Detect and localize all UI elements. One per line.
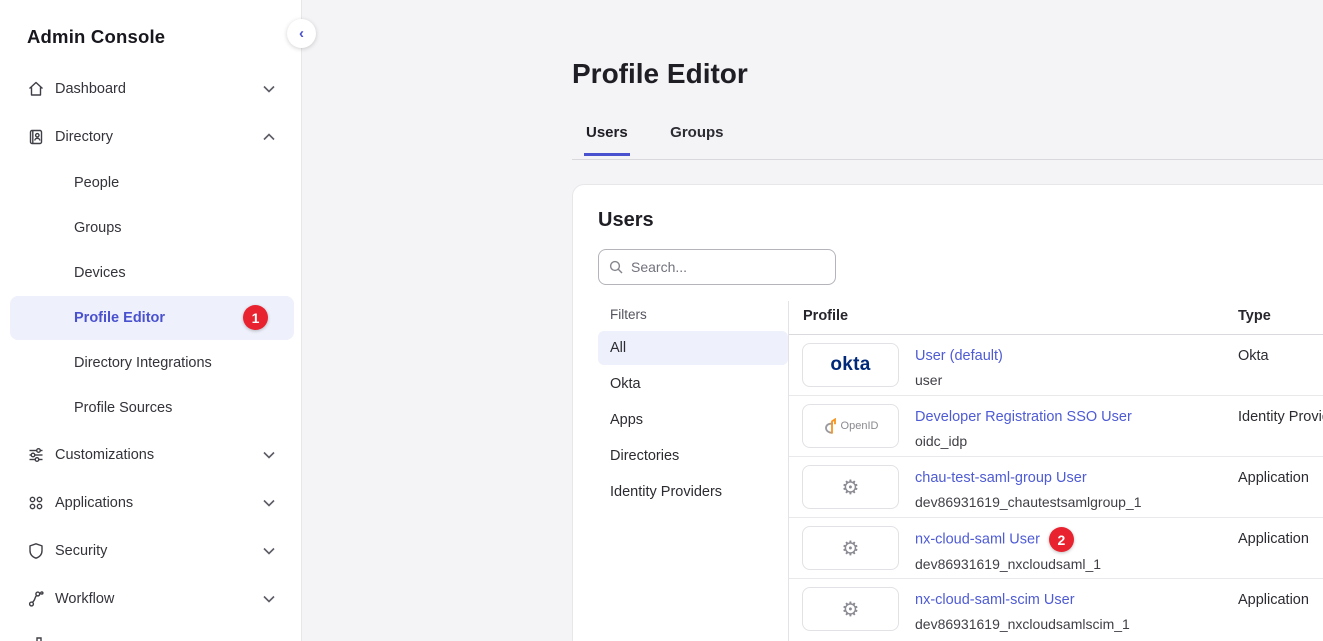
profile-link-nx-cloud-saml[interactable]: nx-cloud-saml User [915,532,1040,548]
sidebar-item-customizations[interactable]: Customizations [0,431,302,479]
type-cell: Application [1238,527,1309,551]
sidebar-item-label: Applications [55,495,133,511]
sidebar-item-label: Profile Editor [74,310,165,326]
profile-subtitle: user [915,368,1003,392]
sidebar-item-label: Workflow [55,591,114,607]
profile-subtitle: dev86931619_chautestsamlgroup_1 [915,490,1142,514]
chevron-left-icon: ‹ [299,26,304,41]
profile-subtitle: dev86931619_nxcloudsaml_1 [915,552,1101,576]
reports-icon [30,634,48,641]
filter-okta[interactable]: Okta [598,367,788,401]
type-cell: Application [1238,588,1309,612]
chevron-down-icon [263,451,275,459]
gear-icon: ⚙ [802,526,899,570]
sidebar-item-label: Profile Sources [74,400,172,416]
filter-all[interactable]: All [598,331,788,365]
workflow-icon [27,590,45,608]
profile-link-nx-cloud-saml-scim[interactable]: nx-cloud-saml-scim User [915,592,1075,608]
sidebar-item-label: Security [55,543,107,559]
sidebar-item-devices[interactable]: Devices [10,251,294,295]
filters-panel: Filters All Okta Apps Directories Identi… [573,301,788,641]
search-input[interactable] [631,259,835,275]
type-cell: Okta [1238,344,1269,368]
profile-link-chau-test-saml-group[interactable]: chau-test-saml-group User [915,470,1087,486]
sidebar-item-security[interactable]: Security [0,527,302,575]
gear-icon: ⚙ [802,465,899,509]
table-row: ⚙ nx-cloud-saml User 2 dev86931619_nxclou… [789,518,1323,579]
filter-directories[interactable]: Directories [598,439,788,473]
sidebar-item-profile-sources[interactable]: Profile Sources [10,386,294,430]
sidebar-item-dashboard[interactable]: Dashboard [0,65,302,113]
shield-icon [27,542,45,560]
sidebar-item-label: Groups [74,220,122,236]
profile-subtitle: oidc_idp [915,429,1132,453]
okta-logo: okta [802,343,899,387]
annotation-callout-2: 2 [1049,527,1074,552]
sidebar-collapse-button[interactable]: ‹ [287,19,316,48]
users-panel: Users Filters All Okta Apps Directories … [572,184,1323,641]
gear-icon: ⚙ [802,587,899,631]
table-row: okta User (default) user Okta [789,335,1323,396]
type-cell: Application [1238,466,1309,490]
sliders-icon [27,446,45,464]
tab-users[interactable]: Users [584,122,630,156]
sidebar-item-label: Directory Integrations [74,355,212,371]
sidebar-item-groups[interactable]: Groups [10,206,294,250]
sidebar-item-people[interactable]: People [10,161,294,205]
panel-title: Users [598,209,654,232]
id-card-icon [27,128,45,146]
column-header-type: Type [1238,308,1271,324]
tab-bar: Users Groups [572,122,1323,160]
search-box[interactable] [598,249,836,285]
profile-link-user-default[interactable]: User (default) [915,348,1003,364]
sidebar-item-applications[interactable]: Applications [0,479,302,527]
sidebar: Admin Console Dashboard Directory People… [0,0,302,641]
chevron-down-icon [263,85,275,93]
tab-groups[interactable]: Groups [668,122,725,153]
sidebar-item-directory-integrations[interactable]: Directory Integrations [10,341,294,385]
grid-icon [27,494,45,512]
sidebar-item-workflow[interactable]: Workflow [0,575,302,623]
column-header-profile: Profile [803,308,848,324]
page-title: Profile Editor [572,58,748,90]
sidebar-item-label: Dashboard [55,81,126,97]
app-title: Admin Console [27,26,165,48]
home-icon [27,80,45,98]
chevron-down-icon [263,595,275,603]
sidebar-item-label: People [74,175,119,191]
filter-identity-providers[interactable]: Identity Providers [598,475,788,509]
filters-label: Filters [610,307,647,322]
table-row: ⚙ chau-test-saml-group User dev86931619_… [789,457,1323,518]
openid-logo: OpenID [802,404,899,448]
chevron-down-icon [263,499,275,507]
type-cell: Identity Provider [1238,405,1323,429]
sidebar-item-label: Directory [55,129,113,145]
profile-subtitle: dev86931619_nxcloudsamlscim_1 [915,612,1130,636]
table-row: ⚙ nx-cloud-saml-scim User dev86931619_nx… [789,579,1323,640]
table-row: OpenID Developer Registration SSO User o… [789,396,1323,457]
sidebar-item-label: Devices [74,265,126,281]
search-icon [609,260,623,274]
filter-apps[interactable]: Apps [598,403,788,437]
profiles-table: Profile Type okta User (default) user Ok… [788,301,1323,641]
table-header: Profile Type [789,301,1323,335]
sidebar-item-directory[interactable]: Directory [0,113,302,161]
chevron-down-icon [263,547,275,555]
annotation-callout-1: 1 [243,305,268,330]
profile-link-dev-registration-sso[interactable]: Developer Registration SSO User [915,409,1132,425]
chevron-up-icon [263,133,275,141]
sidebar-item-label: Customizations [55,447,154,463]
sidebar-item-profile-editor[interactable]: Profile Editor 1 [10,296,294,340]
